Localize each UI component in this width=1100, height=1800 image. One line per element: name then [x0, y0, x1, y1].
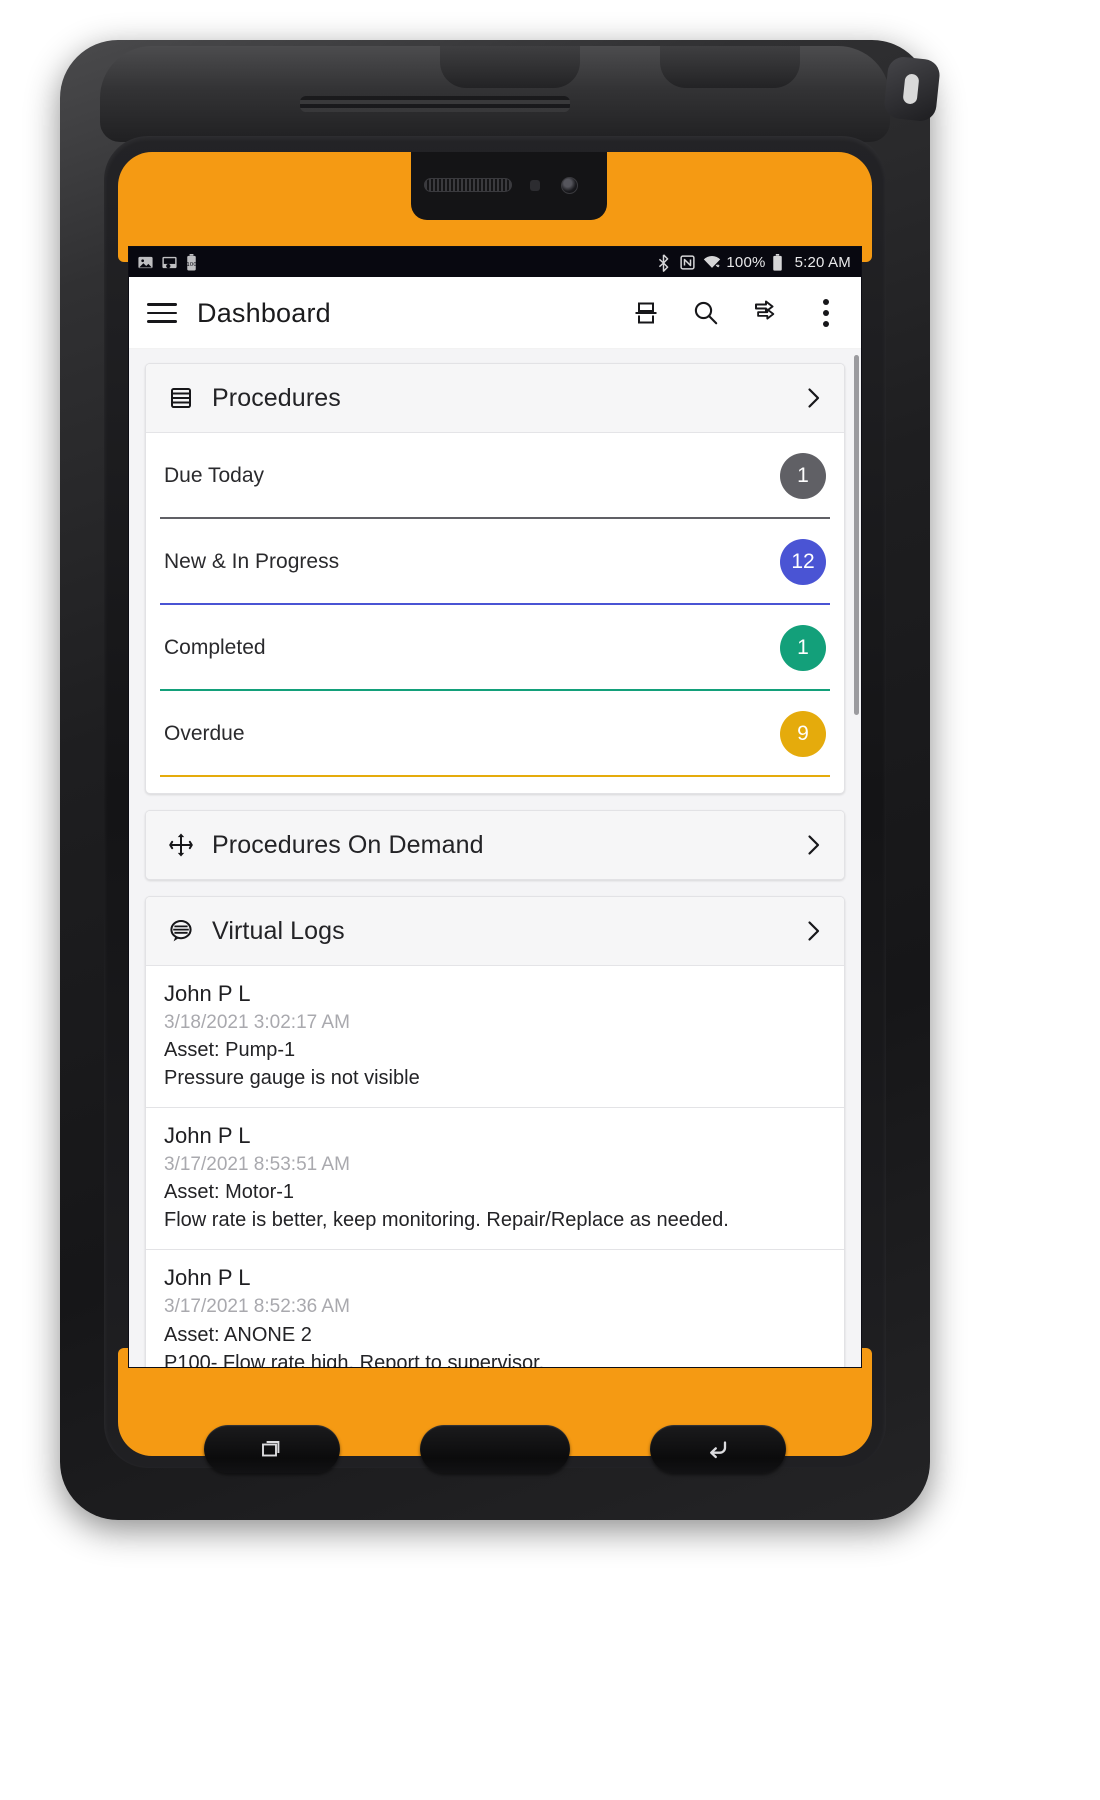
hamburger-menu-icon[interactable]	[147, 297, 177, 329]
status-bar-clock: 5:20 AM	[794, 253, 851, 271]
procedures-card: Procedures Due Today 1 New & In Progress…	[145, 363, 845, 794]
virtual-logs-card: Virtual Logs John P L 3/18/2021 3:02:17 …	[145, 896, 845, 1367]
case-grip-notch	[660, 46, 800, 88]
log-user: John P L	[164, 1123, 251, 1149]
chevron-right-icon[interactable]	[800, 832, 826, 858]
log-user: John P L	[164, 1265, 251, 1291]
case-vent	[300, 96, 570, 112]
toolbar-actions	[629, 296, 849, 330]
screenshot-icon	[161, 254, 178, 271]
proximity-sensor-icon	[530, 180, 540, 191]
battery-saver-icon: 100	[185, 253, 202, 271]
wifi-icon	[703, 254, 721, 271]
content-scrollbar[interactable]	[854, 355, 859, 715]
virtual-logs-card-header[interactable]: Virtual Logs	[146, 897, 844, 966]
on-demand-card-title: Procedures On Demand	[212, 830, 484, 859]
log-asset: Asset: Pump-1	[164, 1039, 296, 1062]
log-timestamp: 3/17/2021 8:53:51 AM	[164, 1153, 350, 1175]
log-user: John P L	[164, 981, 251, 1006]
app-toolbar: Dashboard	[129, 277, 861, 349]
android-navigation-bar	[142, 1418, 848, 1480]
log-note: Flow rate is better, keep monitoring. Re…	[164, 1209, 729, 1232]
log-timestamp: 3/17/2021 8:52:36 AM	[164, 1296, 350, 1318]
status-badge: 1	[780, 453, 826, 499]
battery-full-icon	[772, 253, 789, 271]
status-divider	[160, 775, 830, 777]
dashboard-content: Procedures Due Today 1 New & In Progress…	[129, 349, 861, 1367]
procedures-on-demand-card[interactable]: Procedures On Demand	[145, 810, 845, 880]
split-screen-icon[interactable]	[629, 296, 663, 330]
chevron-right-icon[interactable]	[800, 385, 826, 411]
status-label: Completed	[164, 636, 266, 659]
status-bar-right-icons: 100% 5:20 AM	[657, 253, 851, 272]
virtual-logs-chat-icon	[164, 914, 198, 948]
status-row-completed[interactable]: Completed 1	[146, 605, 844, 671]
status-row-due-today[interactable]: Due Today 1	[146, 433, 844, 499]
on-demand-card-header[interactable]: Procedures On Demand	[146, 811, 844, 879]
list-item[interactable]: John P L 3/17/2021 8:53:51 AM Asset: Mot…	[146, 1108, 844, 1251]
home-key[interactable]	[420, 1425, 570, 1473]
procedures-on-demand-icon	[164, 828, 198, 862]
log-timestamp: 3/18/2021 3:02:17 AM	[164, 1011, 350, 1033]
recents-key[interactable]	[204, 1425, 340, 1473]
status-label: Overdue	[164, 722, 245, 745]
status-badge: 9	[780, 711, 826, 757]
status-row-new-in-progress[interactable]: New & In Progress 12	[146, 519, 844, 585]
status-badge: 1	[780, 625, 826, 671]
image-icon	[137, 254, 154, 271]
svg-text:100: 100	[186, 261, 197, 267]
page-title: Dashboard	[197, 297, 331, 328]
virtual-logs-card-title: Virtual Logs	[212, 916, 345, 945]
overflow-menu-icon[interactable]	[809, 296, 843, 330]
procedures-status-list: Due Today 1 New & In Progress 12 Complet…	[146, 433, 844, 777]
sync-transfer-icon[interactable]	[749, 296, 783, 330]
procedures-card-title: Procedures	[212, 383, 341, 412]
status-bar-left-icons: 100	[137, 253, 202, 271]
log-note: Pressure gauge is not visible	[164, 1067, 420, 1090]
case-grip-notch	[440, 46, 580, 88]
device-screen: 100 100% 5:20 AM Dashboard Procedures Du…	[128, 246, 862, 1368]
front-camera-icon	[561, 177, 578, 194]
android-status-bar: 100 100% 5:20 AM	[129, 247, 861, 277]
nfc-icon	[680, 254, 697, 271]
procedures-card-header[interactable]: Procedures	[146, 364, 844, 433]
bluetooth-icon	[657, 253, 674, 272]
search-icon[interactable]	[689, 296, 723, 330]
battery-percent-label: 100%	[726, 253, 766, 271]
status-row-overdue[interactable]: Overdue 9	[146, 691, 844, 757]
chevron-right-icon[interactable]	[800, 918, 826, 944]
status-label: New & In Progress	[164, 550, 340, 573]
list-item[interactable]: John P L 3/18/2021 3:02:17 AM Asset: Pum…	[146, 966, 844, 1109]
log-asset: Asset: ANONE 2	[164, 1323, 312, 1346]
case-top-grip	[100, 46, 890, 142]
status-label: Due Today	[164, 464, 265, 487]
device-shell: 100 100% 5:20 AM Dashboard Procedures Du…	[60, 40, 942, 1520]
earpiece-speaker-icon	[424, 178, 512, 192]
log-asset: Asset: Motor-1	[164, 1181, 295, 1204]
list-item[interactable]: John P L 3/17/2021 8:52:36 AM Asset: ANO…	[146, 1250, 844, 1367]
procedures-list-icon	[164, 381, 198, 415]
back-key[interactable]	[650, 1425, 786, 1473]
log-note: P100- Flow rate high. Report to supervis…	[164, 1351, 545, 1367]
status-badge: 12	[780, 539, 826, 585]
